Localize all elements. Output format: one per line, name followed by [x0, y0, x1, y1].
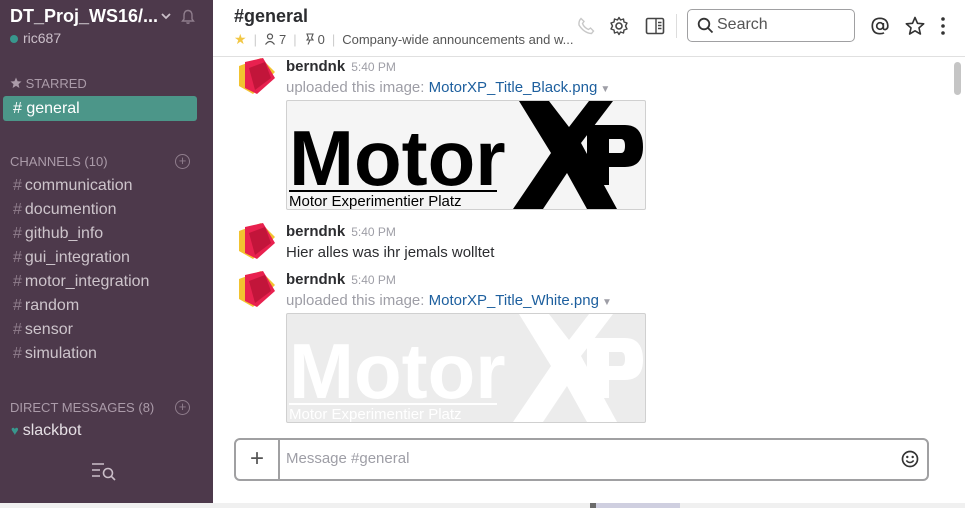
channel-label: communication — [24, 177, 133, 194]
message-time[interactable]: 5:40 PM — [351, 225, 396, 239]
attach-plus-button[interactable]: + — [236, 440, 280, 479]
sidebar-toggle-icon[interactable] — [645, 16, 665, 41]
caret-down-icon[interactable]: ▼ — [602, 297, 612, 308]
channel-label: gui_integration — [24, 249, 130, 266]
dm-item-slackbot[interactable]: ♥ slackbot — [11, 422, 81, 440]
starred-label: STARRED — [25, 76, 87, 91]
channel-item-general[interactable]: # general — [3, 96, 197, 121]
search-icon — [697, 17, 714, 39]
logo-word: Motor — [289, 114, 506, 202]
avatar[interactable] — [239, 223, 275, 259]
phone-icon[interactable] — [576, 16, 596, 41]
hash-icon: # — [13, 201, 22, 218]
more-vertical-icon[interactable] — [939, 16, 947, 41]
hash-icon: # — [13, 177, 22, 194]
message-time[interactable]: 5:40 PM — [351, 273, 396, 287]
team-name[interactable]: DT_Proj_WS16/... — [10, 6, 158, 27]
search-input[interactable] — [717, 16, 847, 34]
channels-count: (10) — [84, 154, 108, 169]
dm-label: DIRECT MESSAGES — [10, 400, 135, 415]
channel-label: simulation — [24, 345, 97, 362]
channel-label: github_info — [24, 225, 104, 242]
star-icon — [10, 76, 26, 91]
members-icon[interactable] — [264, 32, 276, 47]
hash-icon: # — [13, 321, 22, 338]
channel-item-gui-integration[interactable]: # gui_integration — [13, 249, 130, 267]
chevron-down-icon[interactable] — [160, 9, 172, 27]
motorxp-black-logo: Motor Motor Experimentier Platz — [289, 101, 643, 209]
members-count[interactable]: 7 — [279, 32, 286, 47]
scrollbar-thumb[interactable] — [954, 62, 961, 95]
logo-subtitle: Motor Experimentier Platz — [289, 193, 462, 209]
add-channel-icon[interactable]: + — [175, 154, 190, 169]
channel-title[interactable]: #general — [234, 6, 308, 27]
message-time[interactable]: 5:40 PM — [351, 60, 396, 74]
message-list[interactable]: berndnk 5:40 PM uploaded this image: Moto… — [213, 57, 953, 430]
caret-down-icon[interactable]: ▼ — [600, 84, 610, 95]
upload-prefix: uploaded this image: — [286, 79, 425, 96]
starred-star-icon[interactable]: ★ — [234, 31, 247, 48]
message-input[interactable] — [286, 450, 876, 467]
username: ric687 — [23, 30, 62, 46]
message-composer: + — [234, 438, 929, 481]
dm-count: (8) — [138, 400, 155, 415]
message-author[interactable]: berndnk — [286, 58, 345, 75]
pin-icon[interactable] — [304, 32, 316, 47]
message-author[interactable]: berndnk — [286, 271, 345, 288]
window-bottom-strip — [0, 503, 965, 508]
channel-item-simulation[interactable]: # simulation — [13, 345, 97, 363]
channel-meta: ★ | 7 | 0 | Company-wide announcements a… — [234, 31, 574, 48]
message-text: Hier alles was ihr jemals wolltet — [286, 244, 495, 261]
search-box[interactable] — [687, 9, 855, 42]
logo-subtitle: Motor Experimentier Platz — [289, 406, 462, 422]
channel-item-motor-integration[interactable]: # motor_integration — [13, 273, 149, 291]
current-user[interactable]: ric687 — [10, 30, 61, 46]
channel-label: random — [24, 297, 80, 314]
emoji-icon[interactable] — [900, 449, 920, 474]
hash-icon: # — [13, 249, 22, 266]
pins-count[interactable]: 0 — [318, 32, 325, 47]
presence-dot — [10, 35, 18, 44]
mentions-icon[interactable] — [870, 16, 890, 41]
sidebar: DT_Proj_WS16/... ric687 STARRED # genera… — [0, 0, 213, 503]
hash-icon: # — [13, 345, 22, 362]
channel-item-sensor[interactable]: # sensor — [13, 321, 73, 339]
file-link[interactable]: MotorXP_Title_Black.png — [429, 79, 598, 96]
hash-icon: # — [13, 273, 22, 290]
avatar[interactable] — [239, 271, 275, 307]
heart-icon: ♥ — [11, 423, 19, 438]
channel-item-documention[interactable]: # documention — [13, 201, 117, 219]
motorxp-white-logo: Motor Motor Experimentier Platz — [289, 314, 643, 422]
channel-item-random[interactable]: # random — [13, 297, 79, 315]
channels-label: CHANNELS — [10, 154, 81, 169]
file-link[interactable]: MotorXP_Title_White.png — [429, 292, 599, 309]
channel-header: #general ★ | 7 | 0 | Company-wide announ… — [213, 0, 965, 57]
channel-item-communication[interactable]: # communication — [13, 177, 133, 195]
image-thumbnail[interactable]: Motor Motor Experimentier Platz — [286, 313, 646, 423]
logo-word: Motor — [289, 327, 506, 415]
quick-switcher-icon[interactable] — [90, 461, 118, 486]
channel-item-github-info[interactable]: # github_info — [13, 225, 103, 243]
channel-purpose[interactable]: Company-wide announcements and w... — [342, 32, 573, 47]
upload-prefix: uploaded this image: — [286, 292, 425, 309]
starred-section-title[interactable]: STARRED — [10, 76, 87, 91]
channel-label: documention — [24, 201, 117, 218]
message-author[interactable]: berndnk — [286, 223, 345, 240]
gear-icon[interactable] — [609, 16, 629, 41]
image-thumbnail[interactable]: Motor Motor Experimentier Platz — [286, 100, 646, 210]
avatar[interactable] — [239, 58, 275, 94]
channel-label: motor_integration — [24, 273, 150, 290]
bell-icon[interactable] — [180, 9, 196, 30]
hash-icon: # — [13, 225, 22, 242]
channels-section-title[interactable]: CHANNELS (10) — [10, 154, 108, 169]
direct-messages-section-title[interactable]: DIRECT MESSAGES (8) — [10, 400, 154, 415]
hash-icon: # — [13, 297, 22, 314]
dm-label: slackbot — [22, 422, 82, 439]
add-dm-icon[interactable]: + — [175, 400, 190, 415]
channel-label: sensor — [24, 321, 73, 338]
star-outline-icon[interactable] — [905, 16, 925, 41]
